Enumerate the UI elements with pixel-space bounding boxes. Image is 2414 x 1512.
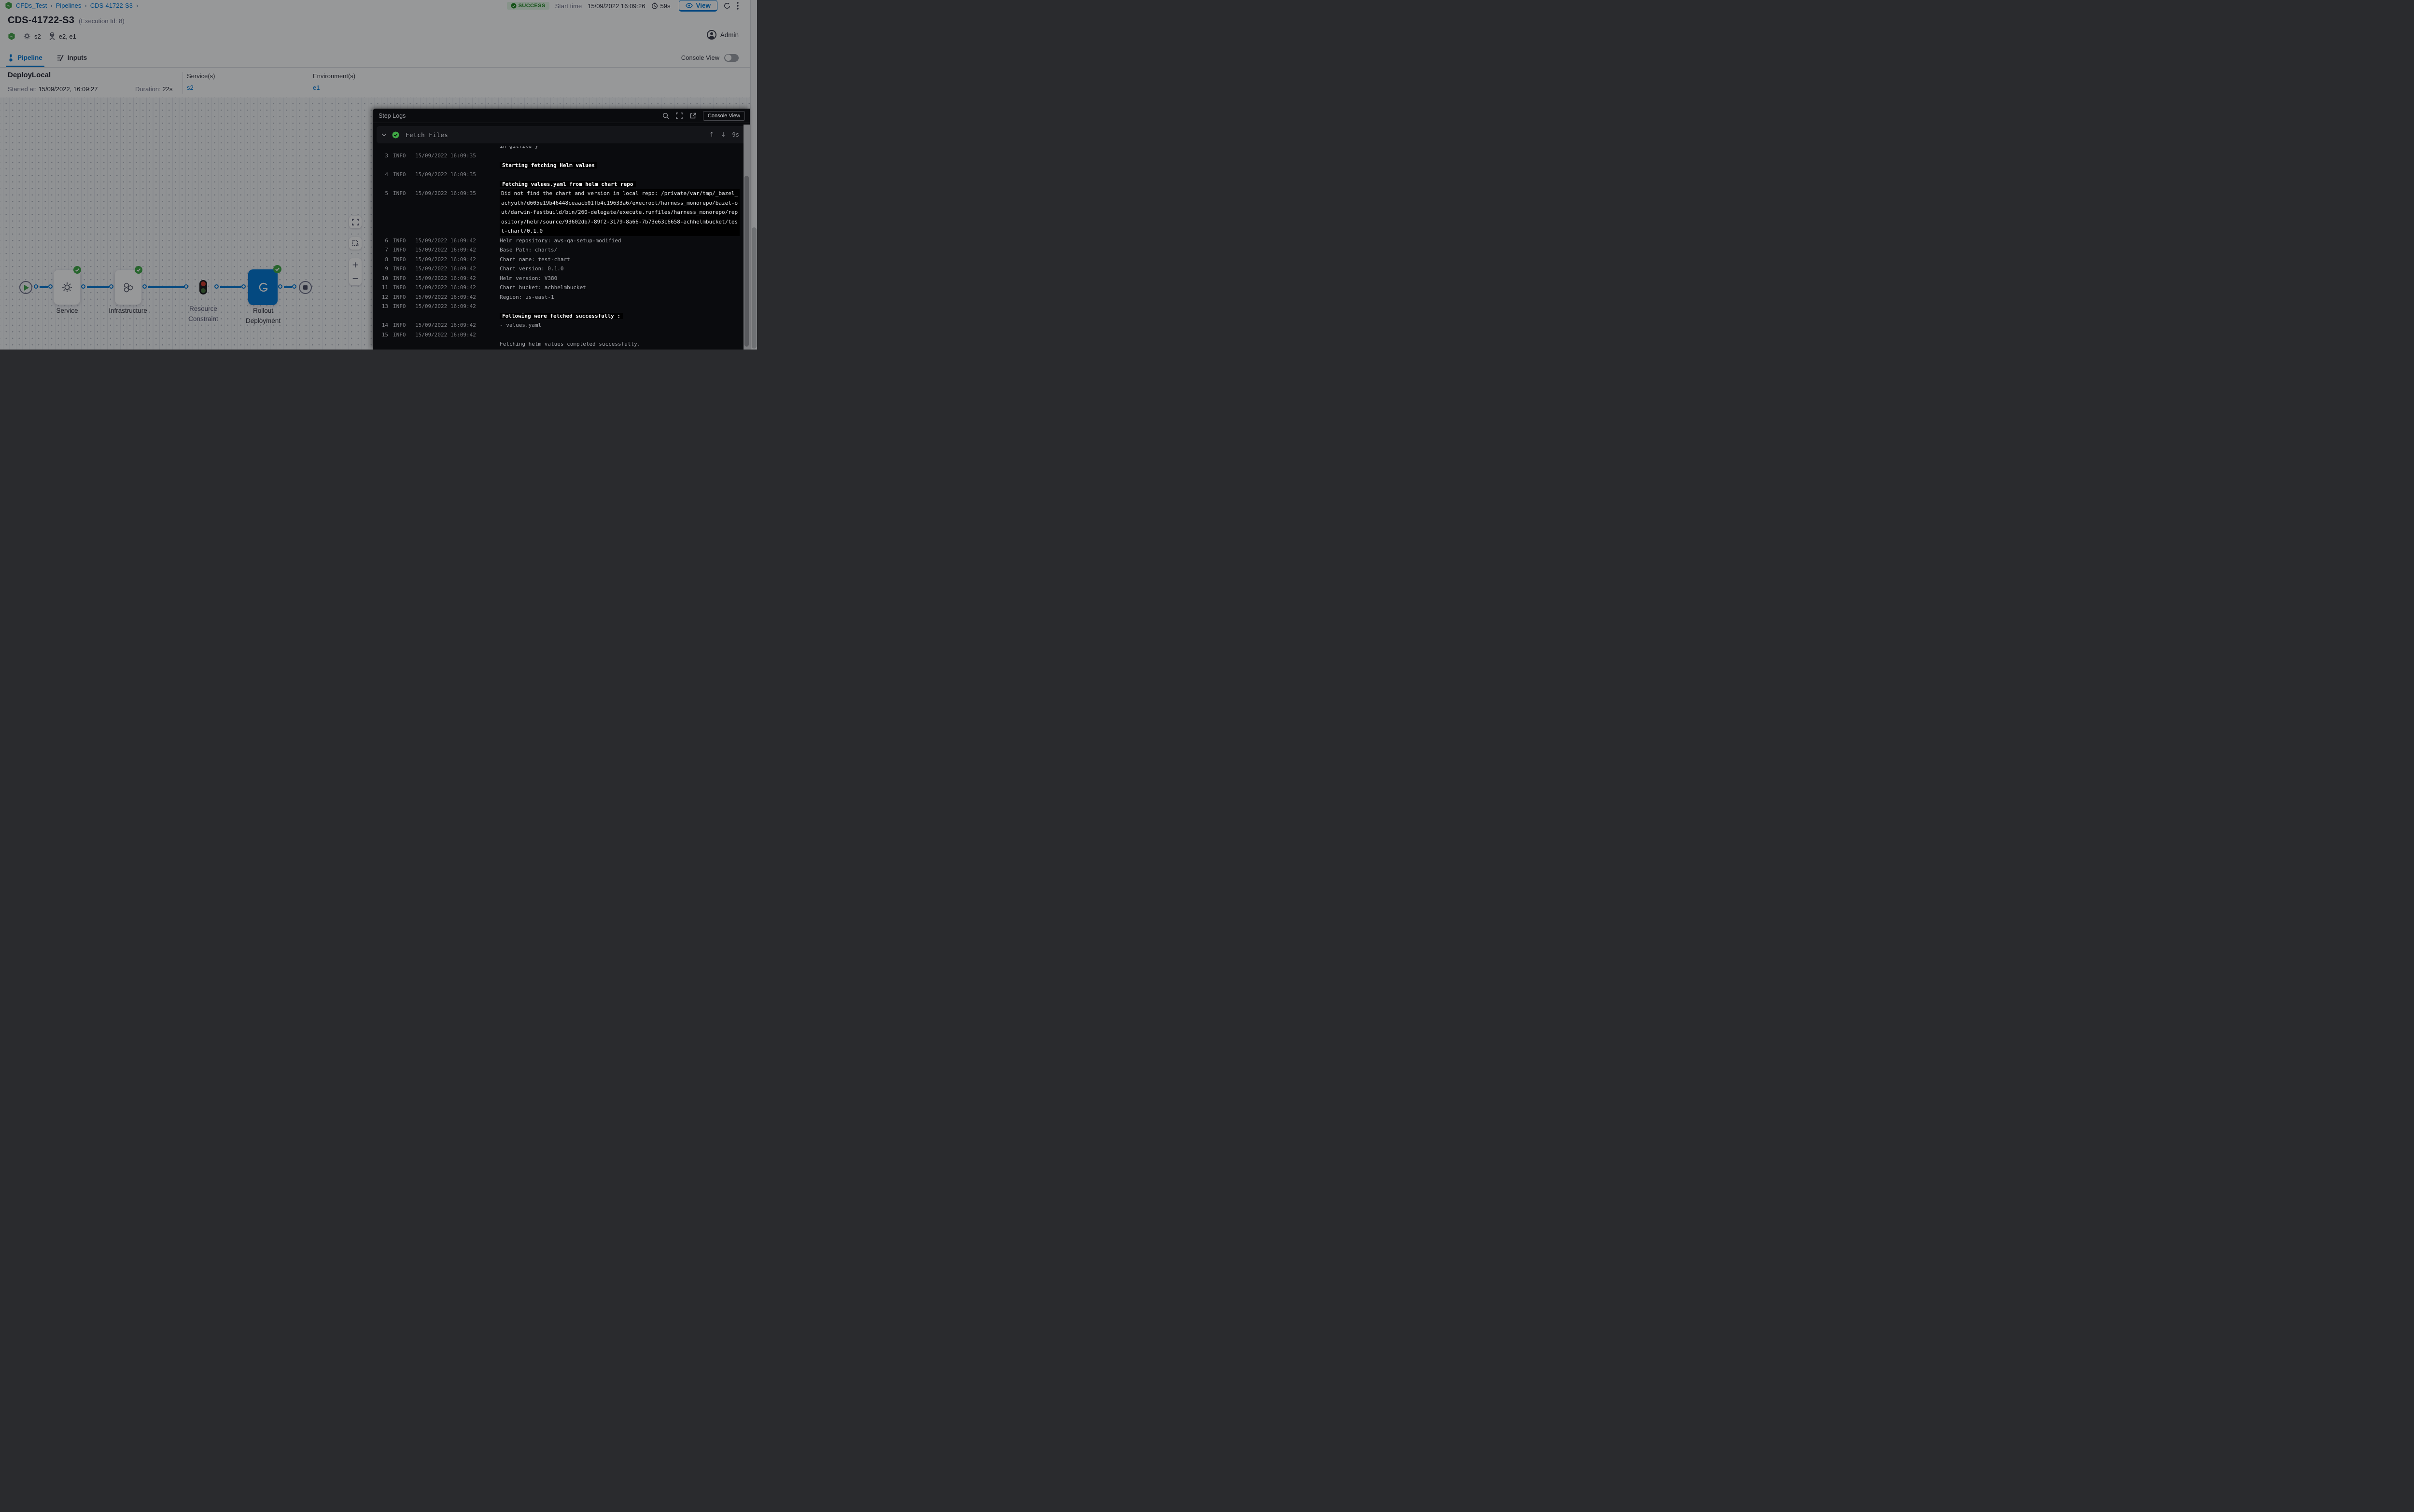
log-line: Starting fetching Helm values xyxy=(373,161,743,170)
log-line: 16INFO15/09/2022 16:09:42Done. xyxy=(373,349,743,350)
log-output[interactable]: in gitfile }3INFO15/09/2022 16:09:35Star… xyxy=(373,144,743,350)
log-line: 12INFO15/09/2022 16:09:42Region: us-east… xyxy=(373,293,743,302)
log-search-button[interactable] xyxy=(662,112,669,119)
log-scrollbar-thumb[interactable] xyxy=(744,176,749,347)
log-line: Fetching helm values completed successfu… xyxy=(373,339,743,349)
log-fullscreen-button[interactable] xyxy=(676,112,683,119)
pipeline-execution-page: ∞ CFDs_Test › Pipelines › CDS-41722-S3 ›… xyxy=(0,0,757,350)
log-line: 11INFO15/09/2022 16:09:42Chart bucket: a… xyxy=(373,283,743,293)
step-duration: 9s xyxy=(732,131,739,138)
log-line: 15INFO15/09/2022 16:09:42 xyxy=(373,330,743,340)
step-logs-header: Step Logs Console View xyxy=(373,109,750,123)
step-logs-title: Step Logs xyxy=(379,112,406,119)
log-line: 7INFO15/09/2022 16:09:42Base Path: chart… xyxy=(373,245,743,255)
log-line: Fetching values.yaml from helm chart rep… xyxy=(373,180,743,189)
log-step-row[interactable]: Fetch Files ↑ ↓ 9s xyxy=(377,126,746,143)
console-view-button[interactable]: Console View xyxy=(703,111,745,121)
log-step-name: Fetch Files xyxy=(406,131,448,139)
step-success-icon xyxy=(392,131,399,139)
log-line: 10INFO15/09/2022 16:09:42Helm version: V… xyxy=(373,274,743,283)
log-line: Following were fetched successfully : xyxy=(373,311,743,321)
log-line: 9INFO15/09/2022 16:09:42Chart version: 0… xyxy=(373,264,743,274)
log-line: 4INFO15/09/2022 16:09:35 xyxy=(373,170,743,180)
log-line: 14INFO15/09/2022 16:09:42- values.yaml xyxy=(373,321,743,330)
chevron-down-icon xyxy=(381,133,387,137)
log-line: 6INFO15/09/2022 16:09:42Helm repository:… xyxy=(373,236,743,246)
scroll-to-top-button[interactable]: ↑ xyxy=(709,131,715,139)
log-scrollbar[interactable] xyxy=(744,125,750,350)
log-line: 8INFO15/09/2022 16:09:42Chart name: test… xyxy=(373,255,743,265)
log-line: 13INFO15/09/2022 16:09:42 xyxy=(373,302,743,311)
log-line: in gitfile } xyxy=(373,146,743,151)
open-in-new-tab-button[interactable] xyxy=(689,112,696,119)
scroll-to-bottom-button[interactable]: ↓ xyxy=(721,131,726,139)
log-line-clipped: in gitfile } xyxy=(373,146,743,151)
log-line: 3INFO15/09/2022 16:09:35 xyxy=(373,151,743,161)
step-logs-drawer: Step Logs Console View Fetch Files ↑ xyxy=(373,109,750,350)
log-line: 5INFO15/09/2022 16:09:35Did not find the… xyxy=(373,189,743,236)
